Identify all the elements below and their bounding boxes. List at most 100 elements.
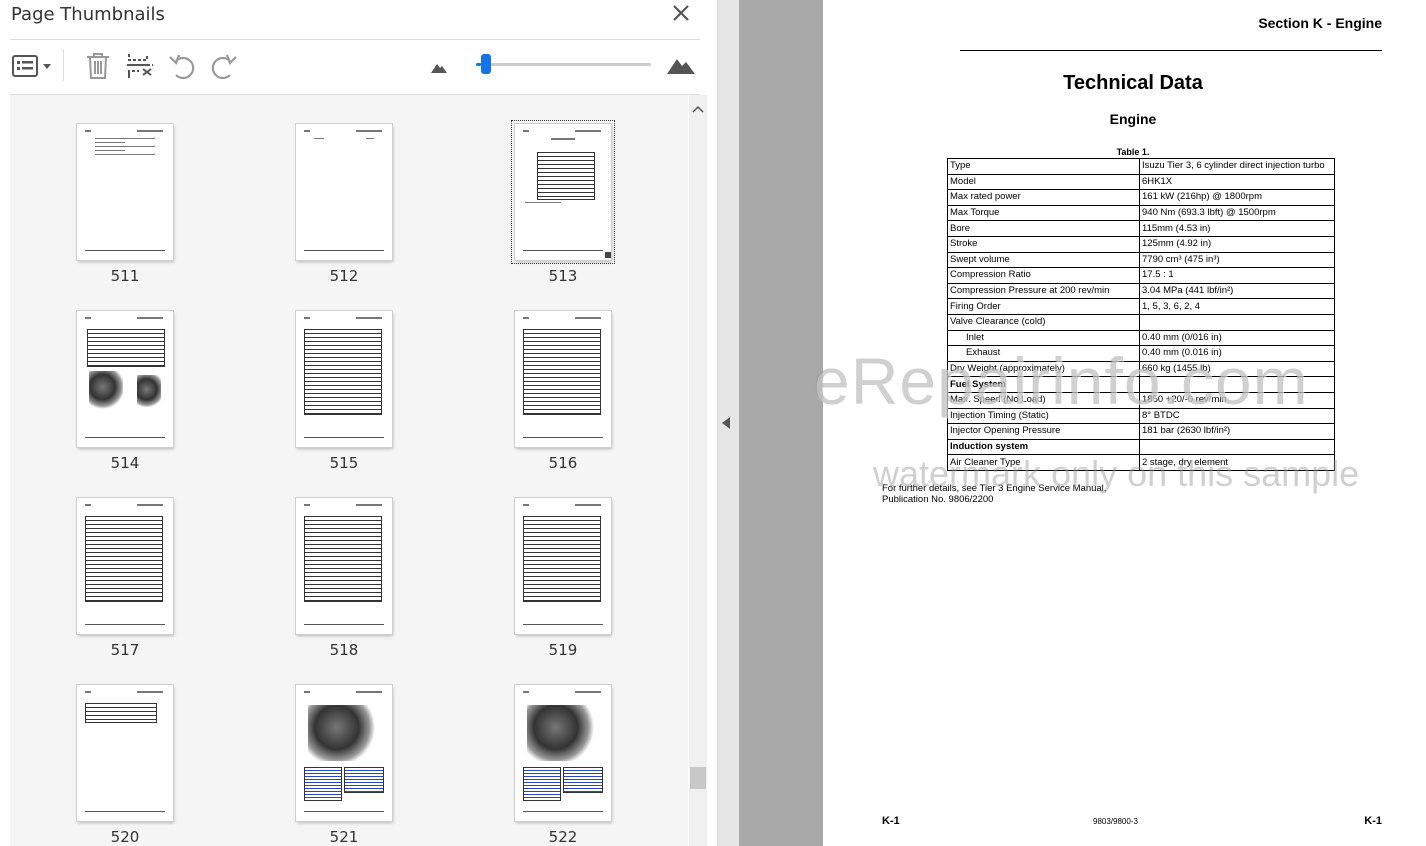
page-thumbnail[interactable] — [511, 120, 615, 264]
row-label: Valve Clearance (cold) — [947, 313, 1140, 331]
page-content — [523, 317, 529, 319]
page-content — [523, 516, 601, 602]
page-content — [523, 130, 529, 132]
page-content — [304, 691, 310, 693]
page-content — [366, 138, 374, 139]
table-row: Max Torque 940 Nm (693.3 lbft) @ 1500rpm — [947, 204, 1335, 222]
table-row: Valve Clearance (cold) — [947, 313, 1335, 331]
page-thumbnail[interactable] — [515, 498, 611, 634]
page-content — [304, 767, 342, 801]
page-content — [527, 705, 599, 761]
page-content — [85, 130, 91, 132]
document-background — [739, 0, 823, 846]
page-content — [137, 691, 163, 693]
note-line: Publication No. 9806/2200 — [882, 494, 994, 505]
row-value — [1139, 313, 1335, 331]
page-number-label: 517 — [110, 641, 140, 659]
small-mountain-icon — [431, 64, 447, 73]
scroll-up-icon — [692, 105, 704, 113]
technical-data-table: Type Isuzu Tier 3, 6 cylinder direct inje… — [947, 158, 1335, 471]
page-subtitle: Engine — [1109, 111, 1157, 127]
rotate-counterclockwise-icon — [169, 54, 195, 80]
page-thumbnail[interactable] — [296, 685, 392, 821]
page-content — [95, 154, 155, 155]
document-page: Section K - Engine Technical Data Engine… — [813, 0, 1426, 846]
page-content — [575, 317, 601, 319]
zoom-out-button[interactable] — [430, 60, 448, 79]
page-thumbnail[interactable] — [515, 311, 611, 447]
rotate-clockwise-button[interactable] — [209, 51, 239, 86]
table-row: Bore 115mm (4.53 in) — [947, 220, 1335, 237]
extract-pages-button[interactable] — [125, 51, 155, 86]
page-content — [575, 130, 601, 132]
row-label: Firing Order — [947, 298, 1140, 315]
row-value: 115mm (4.53 in) — [1139, 220, 1335, 237]
page-number-label: 518 — [329, 641, 359, 659]
large-mountain-icon — [667, 59, 695, 74]
options-button[interactable] — [11, 53, 55, 84]
page-thumbnail[interactable] — [515, 685, 611, 821]
page-content — [304, 516, 382, 602]
page-number-label: 515 — [329, 454, 359, 472]
row-value: 3.04 MPa (441 lbf/in²) — [1139, 282, 1335, 300]
page-content — [95, 150, 125, 151]
page-content — [85, 703, 157, 723]
page-thumbnail[interactable] — [77, 498, 173, 634]
page-content — [523, 504, 529, 506]
row-label: Max rated power — [947, 189, 1140, 206]
page-thumbnail[interactable] — [296, 311, 392, 447]
page-content — [137, 504, 163, 506]
trash-icon — [87, 53, 109, 79]
page-content — [89, 371, 123, 411]
close-icon[interactable] — [668, 0, 694, 26]
page-content — [85, 516, 163, 602]
page-thumbnail[interactable] — [296, 124, 392, 260]
toolbar-separator — [63, 49, 64, 81]
page-content — [356, 130, 382, 132]
zoom-slider-thumb[interactable] — [481, 54, 492, 74]
page-content — [304, 250, 384, 251]
thumbnail-scrollbar[interactable] — [689, 95, 707, 846]
page-content — [95, 146, 155, 147]
page-content — [85, 504, 91, 506]
rotate-counterclockwise-button[interactable] — [167, 51, 197, 86]
thumbnail-grid: 511 512 513 514 515 516 517 518 519 520 521 522 — [10, 95, 688, 846]
page-content — [304, 437, 384, 438]
table-row: Stroke 125mm (4.92 in) — [947, 235, 1335, 253]
page-thumbnail[interactable] — [77, 124, 173, 260]
page-content — [137, 130, 163, 132]
list-options-icon — [12, 55, 51, 77]
panel-title: Page Thumbnails — [11, 4, 165, 25]
page-number-label: 511 — [110, 267, 140, 285]
row-value: 17.5 : 1 — [1139, 267, 1335, 284]
row-value: 125mm (4.92 in) — [1139, 235, 1335, 253]
page-number-label: 522 — [548, 828, 578, 846]
page-number-label: 512 — [329, 267, 359, 285]
collapse-panel-icon[interactable] — [722, 417, 730, 429]
page-content — [344, 767, 384, 793]
zoom-in-button[interactable] — [666, 54, 696, 81]
scrollbar-thumb[interactable] — [690, 767, 706, 789]
footer-left: K-1 — [882, 815, 900, 827]
row-value: 1, 5, 3, 6, 2, 4 — [1139, 298, 1335, 315]
row-label: Model — [947, 173, 1140, 191]
table-row: Compression Ratio 17.5 : 1 — [947, 267, 1335, 284]
page-content — [523, 767, 561, 801]
row-label: Bore — [947, 220, 1140, 237]
delete-button[interactable] — [84, 51, 112, 86]
page-content — [85, 317, 91, 319]
page-thumbnail[interactable] — [77, 685, 173, 821]
page-content — [95, 138, 155, 139]
page-content — [304, 317, 310, 319]
page-content — [523, 811, 603, 812]
row-value: 940 Nm (693.3 lbft) @ 1500rpm — [1139, 204, 1335, 222]
page-thumbnail[interactable] — [296, 498, 392, 634]
watermark-subtext: watermark only on this sample — [873, 453, 1360, 494]
row-label: Injector Opening Pressure — [947, 423, 1140, 440]
watermark: eRepairinfo.com — [813, 344, 1309, 418]
page-content — [523, 624, 603, 625]
row-value: 6HK1X — [1139, 173, 1335, 191]
page-content — [356, 504, 382, 506]
zoom-slider[interactable] — [476, 54, 651, 74]
page-thumbnail[interactable] — [77, 311, 173, 447]
